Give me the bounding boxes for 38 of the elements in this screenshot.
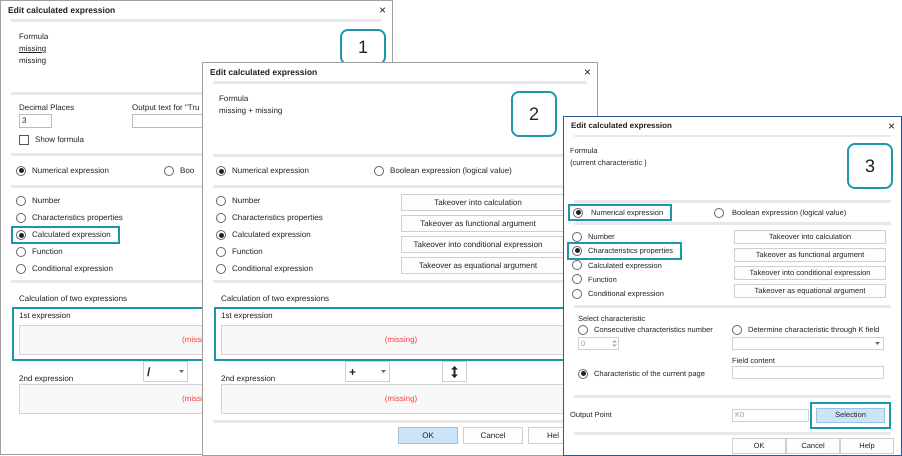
callout-badge: 1	[340, 29, 386, 65]
radio-label: Conditional expression	[32, 263, 113, 275]
field-label: 2nd expression	[221, 373, 276, 385]
radio-label: Characteristics properties	[232, 212, 323, 224]
field-label: 2nd expression	[19, 373, 74, 385]
callout-badge: 2	[511, 91, 557, 137]
field-label: 1st expression	[19, 310, 71, 322]
radio-label: Conditional expression	[232, 263, 313, 275]
radio-label: Function	[232, 246, 263, 258]
radio-label: Number	[232, 195, 260, 207]
radio-label: Calculated expression	[32, 229, 111, 241]
formula-text: missing + missing	[219, 105, 282, 117]
formula-text: missing	[19, 55, 46, 67]
checkbox-label: Show formula	[35, 134, 84, 146]
radio-label: Boo	[180, 164, 194, 176]
radio-label: Boolean expression (logical value)	[390, 165, 512, 177]
window-title: Edit calculated expression	[571, 120, 672, 132]
window-title: Edit calculated expression	[8, 4, 116, 16]
operator-value: +	[349, 366, 356, 378]
radio-label: Numerical expression	[232, 165, 309, 177]
operator-value: /	[147, 366, 150, 378]
radio-label: Function	[32, 246, 63, 258]
missing-value: (missing)	[384, 393, 418, 405]
field-label: Decimal Places	[19, 102, 74, 114]
radio-label: Characteristics properties	[32, 212, 123, 224]
field-label: Output text for "Tru	[132, 102, 200, 114]
section-label: Calculation of two expressions	[220, 293, 330, 305]
window-title: Edit calculated expression	[210, 66, 318, 78]
callout-badge: 3	[847, 143, 893, 189]
field-label: 1st expression	[221, 310, 273, 322]
radio-label: Number	[32, 195, 60, 207]
formula-text: missing	[19, 43, 46, 55]
section-label: Calculation of two expressions	[18, 293, 128, 305]
radio-label: Numerical expression	[32, 164, 109, 176]
missing-value: (missing)	[384, 334, 418, 346]
formula-label: Formula	[19, 31, 48, 43]
formula-label: Formula	[219, 93, 250, 105]
radio-label: Calculated expression	[232, 229, 311, 241]
